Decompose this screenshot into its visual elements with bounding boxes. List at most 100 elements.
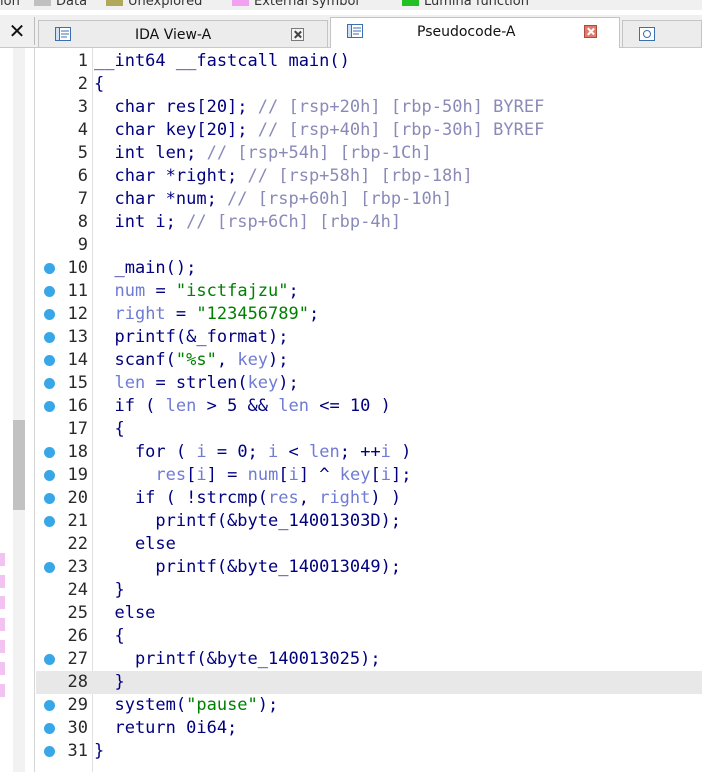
hex-view-tab-icon <box>639 27 655 45</box>
breakpoint-dot-icon[interactable] <box>44 309 55 320</box>
code-line[interactable]: 7 char *num; // [rsp+60h] [rbp-10h] <box>36 188 702 211</box>
code-line[interactable]: 24 } <box>36 579 702 602</box>
code-text: _main(); <box>94 257 196 280</box>
code-token: ); <box>278 373 299 393</box>
functions-sidebar <box>0 48 35 772</box>
breakpoint-dot-icon[interactable] <box>44 562 55 573</box>
code-text: char res[20]; // [rsp+20h] [rbp-50h] BYR… <box>94 96 544 119</box>
code-token: ); <box>268 350 289 370</box>
code-text: } <box>94 579 125 602</box>
breakpoint-dot-icon[interactable] <box>44 493 55 504</box>
code-line[interactable]: 25 else <box>36 602 702 625</box>
code-line[interactable]: 30 return 0i64; <box>36 717 702 740</box>
code-token: "pause" <box>186 695 258 715</box>
code-line[interactable]: 18 for ( i = 0; i < len; ++i ) <box>36 441 702 464</box>
code-text: printf(&_format); <box>94 326 288 349</box>
code-line[interactable]: 10 _main(); <box>36 257 702 280</box>
code-line[interactable]: 31} <box>36 740 702 763</box>
code-line[interactable]: 23 printf(&byte_140013049); <box>36 556 702 579</box>
code-text: char *right; // [rsp+58h] [rbp-18h] <box>94 165 473 188</box>
close-icon[interactable]: ✕ <box>0 17 35 45</box>
code-line[interactable]: 20 if ( !strcmp(res, right) ) <box>36 487 702 510</box>
breakpoint-dot-icon[interactable] <box>44 263 55 274</box>
code-token: "isctfajzu" <box>175 281 289 301</box>
breakpoint-dot-icon[interactable] <box>44 654 55 665</box>
code-token: // [rsp+58h] [rbp-18h] <box>247 166 473 186</box>
tab-close-icon[interactable] <box>584 25 597 38</box>
code-token: { <box>94 626 125 646</box>
code-line[interactable]: 17 { <box>36 418 702 441</box>
code-line[interactable]: 16 if ( len > 5 && len <= 10 ) <box>36 395 702 418</box>
code-line[interactable]: 14 scanf("%s", key); <box>36 349 702 372</box>
code-line[interactable]: 22 else <box>36 533 702 556</box>
breakpoint-dot-icon[interactable] <box>44 447 55 458</box>
tab-close-icon[interactable] <box>291 28 304 41</box>
code-line[interactable]: 9 <box>36 234 702 257</box>
code-text: { <box>94 625 125 648</box>
code-token: { <box>94 419 125 439</box>
code-line[interactable]: 27 printf(&byte_140013025); <box>36 648 702 671</box>
legend-swatch <box>402 0 419 6</box>
code-token: ] ^ <box>298 465 340 485</box>
code-line[interactable]: 4 char key[20]; // [rsp+40h] [rbp-30h] B… <box>36 119 702 142</box>
code-token: // [rsp+20h] [rbp-50h] BYREF <box>257 97 545 117</box>
breakpoint-dot-icon[interactable] <box>44 286 55 297</box>
tab-pseudocode-a[interactable]: Pseudocode-A <box>330 17 620 48</box>
code-text: } <box>94 671 124 694</box>
code-token: len <box>309 442 340 462</box>
external-symbol-marker <box>0 662 5 675</box>
sidebar-scrollbar-thumb[interactable] <box>13 420 25 510</box>
breakpoint-dot-icon[interactable] <box>44 355 55 366</box>
code-line[interactable]: 11 num = "isctfajzu"; <box>36 280 702 303</box>
code-token: i <box>380 465 391 485</box>
code-line[interactable]: 5 int len; // [rsp+54h] [rbp-1Ch] <box>36 142 702 165</box>
code-token: ; ++ <box>339 442 381 462</box>
breakpoint-dot-icon[interactable] <box>44 332 55 343</box>
breakpoint-dot-icon[interactable] <box>44 401 55 412</box>
code-line[interactable]: 13 printf(&_format); <box>36 326 702 349</box>
code-line[interactable]: 2{ <box>36 73 702 96</box>
breakpoint-dot-icon[interactable] <box>44 723 55 734</box>
code-text: return 0i64; <box>94 717 237 740</box>
breakpoint-dot-icon[interactable] <box>44 746 55 757</box>
tab-ida-view-a[interactable]: IDA View-A <box>38 20 328 47</box>
code-token: else <box>94 534 176 554</box>
code-token: ) <box>390 442 412 462</box>
code-token: printf(&byte_140013049); <box>94 557 402 577</box>
code-line[interactable]: 29 system("pause"); <box>36 694 702 717</box>
code-token: scanf( <box>94 350 176 370</box>
code-token: = <box>145 281 176 301</box>
code-line[interactable]: 26 { <box>36 625 702 648</box>
code-token: } <box>94 580 125 600</box>
legend-label: Unexplored <box>128 0 203 9</box>
breakpoint-dot-icon[interactable] <box>44 700 55 711</box>
code-token: key <box>247 373 279 393</box>
code-token: i <box>380 442 391 462</box>
code-token: < <box>278 442 309 462</box>
code-line[interactable]: 12 right = "123456789"; <box>36 303 702 326</box>
code-token: num <box>114 281 146 301</box>
external-symbol-marker <box>0 684 5 697</box>
code-line[interactable]: 8 int i; // [rsp+6Ch] [rbp-4h] <box>36 211 702 234</box>
line-number: 26 <box>67 626 88 646</box>
code-text: printf(&byte_140013025); <box>94 648 381 671</box>
code-token: char res[20]; <box>94 97 258 117</box>
code-line[interactable]: 15 len = strlen(key); <box>36 372 702 395</box>
code-line[interactable]: 1 __int64 __fastcall main() <box>36 50 702 73</box>
code-line[interactable]: 19 res[i] = num[i] ^ key[i]; <box>36 464 702 487</box>
code-line[interactable]: 6 char *right; // [rsp+58h] [rbp-18h] <box>36 165 702 188</box>
breakpoint-dot-icon[interactable] <box>44 516 55 527</box>
code-token: i <box>288 465 299 485</box>
tab-hex-view[interactable] <box>622 20 702 47</box>
code-token: for ( <box>94 442 197 462</box>
code-line[interactable]: 21 printf(&byte_14001303D); <box>36 510 702 533</box>
breakpoint-dot-icon[interactable] <box>44 470 55 481</box>
code-line[interactable]: 28 } <box>36 671 702 694</box>
line-number: 11 <box>67 281 88 301</box>
breakpoint-dot-icon[interactable] <box>44 378 55 389</box>
external-symbol-marker <box>0 618 5 631</box>
sidebar-scrollbar-track[interactable] <box>13 48 25 772</box>
pseudocode-view[interactable]: 1 __int64 __fastcall main() 2{3 char res[2… <box>36 48 702 772</box>
line-number: 7 <box>77 189 88 209</box>
code-line[interactable]: 3 char res[20]; // [rsp+20h] [rbp-50h] B… <box>36 96 702 119</box>
